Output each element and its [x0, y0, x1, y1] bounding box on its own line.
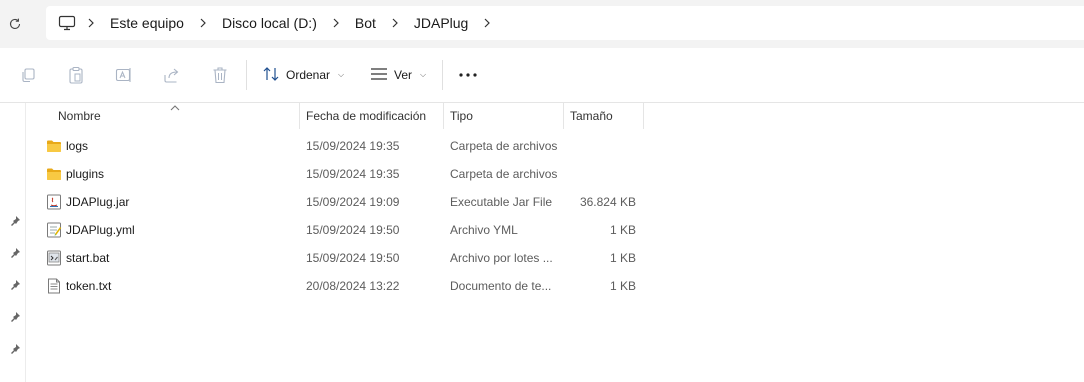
file-row-jdaplug-jar[interactable]: JDAPlug.jar 15/09/2024 19:09 Executable … [40, 188, 650, 216]
navigation-pane [0, 103, 26, 382]
file-name: token.txt [66, 279, 112, 293]
folder-icon [46, 138, 62, 154]
file-row-logs[interactable]: logs 15/09/2024 19:35 Carpeta de archivo… [40, 132, 650, 160]
column-divider[interactable] [299, 103, 300, 129]
column-divider[interactable] [643, 103, 644, 129]
file-size: 1 KB [609, 251, 636, 265]
file-date: 15/09/2024 19:35 [306, 139, 400, 153]
sort-label: Ordenar [286, 68, 331, 82]
file-size: 1 KB [609, 223, 636, 237]
file-name: JDAPlug.yml [66, 223, 135, 237]
file-name: plugins [66, 167, 105, 181]
copy-icon[interactable] [18, 65, 38, 85]
toolbar-divider [442, 60, 443, 90]
view-button[interactable]: Ver ⌵ [370, 62, 426, 88]
file-type: Carpeta de archivos [450, 139, 558, 153]
column-divider[interactable] [563, 103, 564, 129]
column-header-size[interactable]: Tamaño [570, 103, 640, 129]
file-size: 36.824 KB [579, 195, 636, 209]
computer-icon[interactable] [56, 12, 78, 34]
breadcrumb-item-jdaplug[interactable]: JDAPlug [408, 10, 474, 36]
chevron-down-icon: ⌵ [420, 70, 427, 79]
file-name: JDAPlug.jar [66, 195, 130, 209]
folder-icon [46, 166, 62, 182]
pin-icon[interactable] [9, 311, 21, 323]
file-type: Documento de te... [450, 279, 552, 293]
file-size: 1 KB [609, 279, 636, 293]
sort-button[interactable]: Ordenar ⌵ [262, 62, 344, 88]
more-icon[interactable] [456, 64, 480, 86]
delete-icon[interactable] [210, 65, 230, 85]
file-date: 15/09/2024 19:50 [306, 223, 400, 237]
file-size [570, 160, 636, 188]
breadcrumb-item-disco-local[interactable]: Disco local (D:) [216, 10, 323, 36]
view-label: Ver [394, 68, 413, 82]
file-type: Carpeta de archivos [450, 167, 558, 181]
file-row-plugins[interactable]: plugins 15/09/2024 19:35 Carpeta de arch… [40, 160, 650, 188]
file-date: 15/09/2024 19:09 [306, 195, 400, 209]
chevron-right-icon[interactable] [78, 12, 104, 34]
bat-file-icon [46, 250, 62, 266]
chevron-right-icon[interactable] [382, 12, 408, 34]
pin-icon[interactable] [9, 279, 21, 291]
file-row-jdaplug-yml[interactable]: JDAPlug.yml 15/09/2024 19:50 Archivo YML… [40, 216, 650, 244]
chevron-right-icon[interactable] [323, 12, 349, 34]
sort-icon [262, 66, 280, 85]
file-name: logs [66, 139, 89, 153]
file-date: 15/09/2024 19:35 [306, 167, 400, 181]
toolbar-divider [246, 60, 247, 90]
file-date: 20/08/2024 13:22 [306, 279, 400, 293]
refresh-icon[interactable] [4, 13, 26, 35]
file-size [570, 132, 636, 160]
view-icon [370, 67, 388, 84]
paste-icon[interactable] [66, 65, 86, 85]
rename-icon[interactable] [114, 65, 134, 85]
column-header-date[interactable]: Fecha de modificación [306, 103, 446, 129]
breadcrumb-item-bot[interactable]: Bot [349, 10, 382, 36]
file-list: Nombre Fecha de modificación Tipo Tamaño… [26, 103, 1084, 382]
chevron-right-icon[interactable] [190, 12, 216, 34]
pin-icon[interactable] [9, 215, 21, 227]
column-header-name[interactable]: Nombre [58, 103, 298, 129]
breadcrumb-item-este-equipo[interactable]: Este equipo [104, 10, 190, 36]
file-row-token-txt[interactable]: token.txt 20/08/2024 13:22 Documento de … [40, 272, 650, 300]
command-bar: Ordenar ⌵ Ver ⌵ [0, 48, 1084, 103]
chevron-right-icon[interactable] [474, 12, 500, 34]
column-divider[interactable] [443, 103, 444, 129]
share-icon[interactable] [162, 65, 182, 85]
pin-icon[interactable] [9, 247, 21, 259]
address-bar-row: Este equipo Disco local (D:) Bot JDAPlug [0, 0, 1084, 48]
text-file-icon [46, 278, 62, 294]
file-row-start-bat[interactable]: start.bat 15/09/2024 19:50 Archivo por l… [40, 244, 650, 272]
yml-file-icon [46, 222, 62, 238]
breadcrumb[interactable]: Este equipo Disco local (D:) Bot JDAPlug [46, 6, 1084, 40]
file-type: Executable Jar File [450, 195, 553, 209]
file-name: start.bat [66, 251, 110, 265]
chevron-down-icon: ⌵ [338, 70, 345, 79]
file-date: 15/09/2024 19:50 [306, 251, 400, 265]
file-type: Archivo por lotes ... [450, 251, 553, 265]
pin-icon[interactable] [9, 343, 21, 355]
jar-file-icon [46, 194, 62, 210]
file-type: Archivo YML [450, 223, 518, 237]
column-header-type[interactable]: Tipo [450, 103, 560, 129]
